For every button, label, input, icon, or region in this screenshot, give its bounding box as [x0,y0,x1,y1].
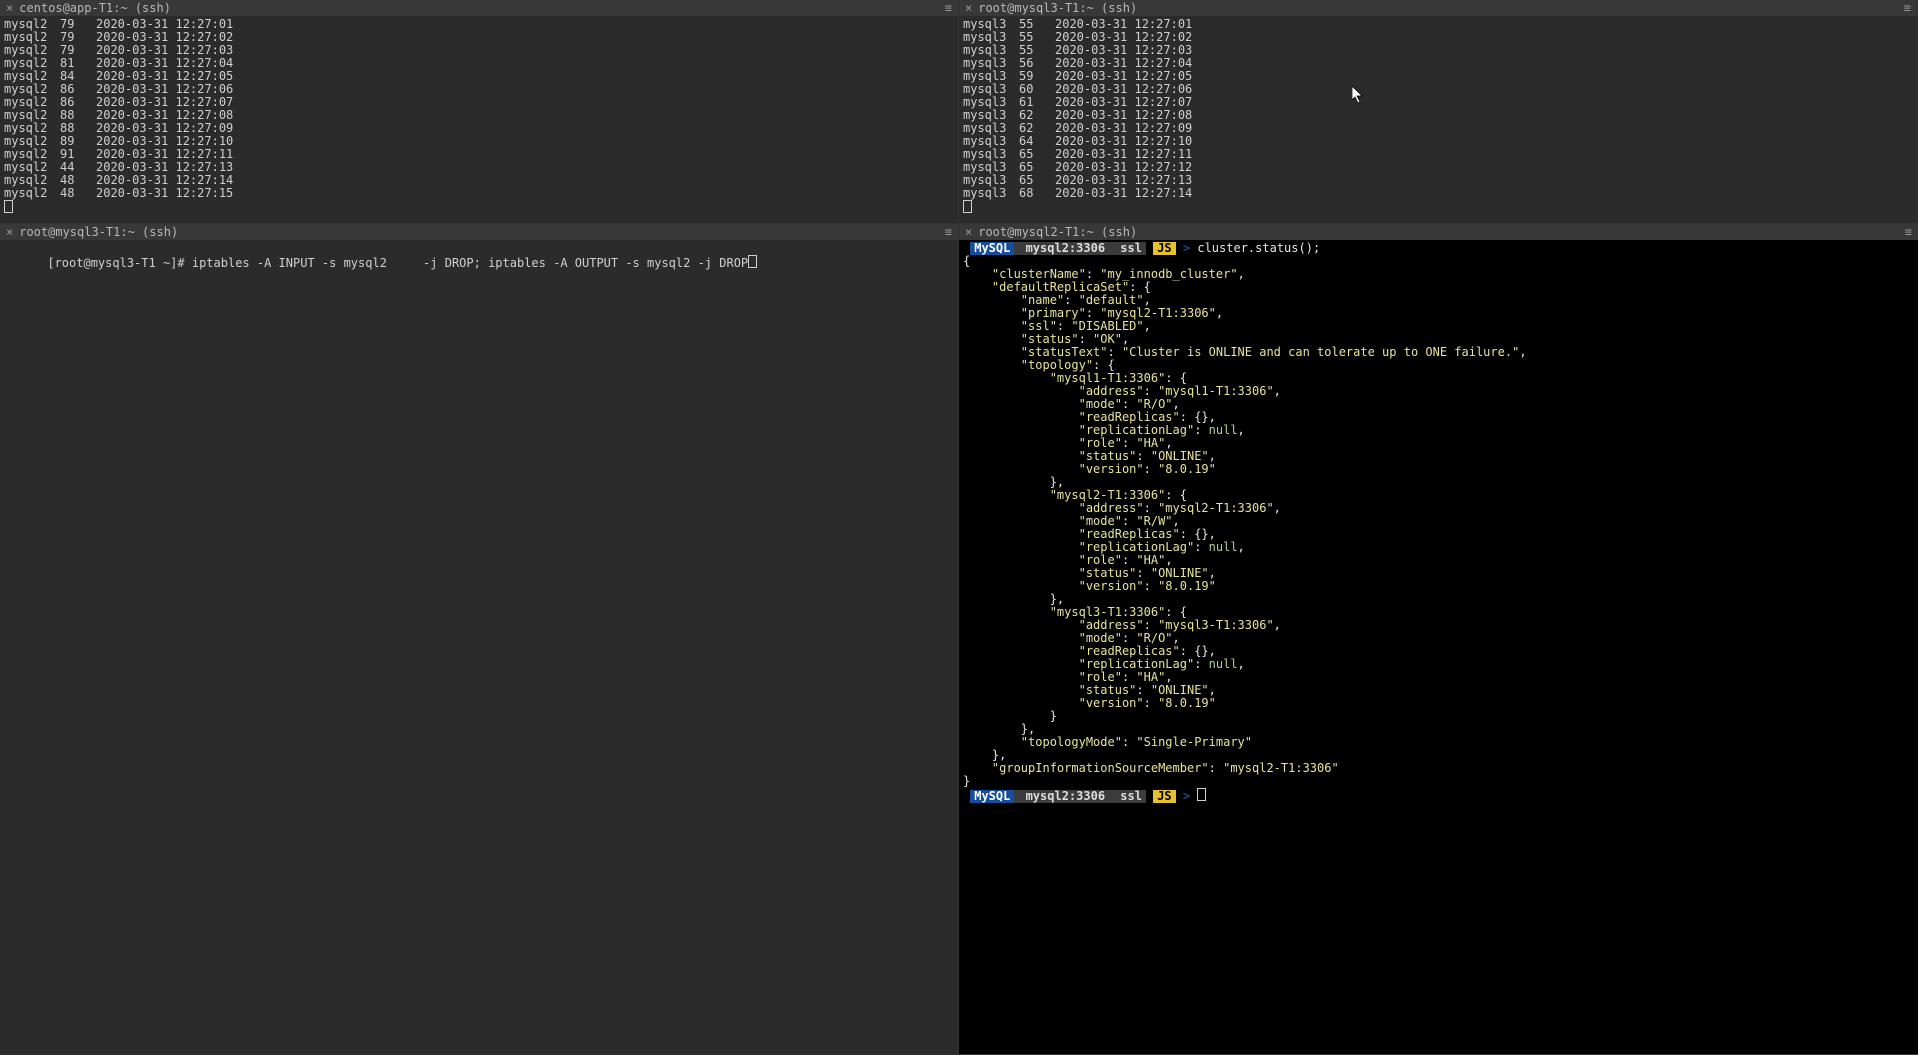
pane-bottom-left[interactable]: × root@mysql3-T1:~ (ssh) ≡ [root@mysql3-… [0,224,959,1055]
shell-prompt: [root@mysql3-T1 ~]# [47,256,192,270]
tabbar-bottom-left: × root@mysql3-T1:~ (ssh) ≡ [0,224,958,240]
cursor-icon [1197,788,1206,801]
prompt-arrow-icon: > [1183,241,1190,255]
terminal-bottom-right[interactable]: MySQL mysql2:3306 ssl JS > cluster.statu… [959,240,1918,1054]
tmux-screen: × centos@app-T1:~ (ssh) ≡ mysql2792020-0… [0,0,1918,1055]
cursor-icon [963,200,972,213]
terminal-bottom-left[interactable]: [root@mysql3-T1 ~]# iptables -A INPUT -s… [0,240,958,1054]
mysql-badge: MySQL [970,242,1014,255]
menu-icon[interactable]: ≡ [945,1,952,15]
tab-title[interactable]: root@mysql3-T1:~ (ssh) [978,1,1137,15]
close-icon[interactable]: × [0,225,19,239]
pane-bottom-right[interactable]: × root@mysql2-T1:~ (ssh) ≡ MySQL mysql2:… [959,224,1918,1055]
json-output: { "clusterName": "my_innodb_cluster", "d… [963,254,1534,788]
shell-command: cluster.status(); [1197,241,1320,255]
js-badge: JS [1153,242,1175,255]
mouse-pointer-icon [1352,86,1366,106]
tabbar-bottom-right: × root@mysql2-T1:~ (ssh) ≡ [959,224,1918,240]
prompt-arrow-icon: > [1183,789,1190,803]
close-icon[interactable]: × [959,1,978,15]
tab-title[interactable]: root@mysql2-T1:~ (ssh) [978,225,1137,239]
terminal-top-left[interactable]: mysql2792020-03-31 12:27:01mysql2792020-… [0,16,958,223]
log-row: mysql2482020-03-31 12:27:15 [4,187,954,200]
close-icon[interactable]: × [0,1,19,15]
tabbar-top-right: × root@mysql3-T1:~ (ssh) ≡ [959,0,1917,16]
ssl-badge: ssl [1116,242,1146,255]
connection-badge: mysql2:3306 [1014,790,1116,803]
terminal-top-right[interactable]: mysql3552020-03-31 12:27:01mysql3552020-… [959,16,1917,223]
menu-icon[interactable]: ≡ [945,225,952,239]
mysql-badge: MySQL [970,790,1014,803]
cursor-icon [748,255,757,268]
tabbar-top-left: × centos@app-T1:~ (ssh) ≡ [0,0,958,16]
menu-icon[interactable]: ≡ [1904,1,1911,15]
log-row: mysql3682020-03-31 12:27:14 [963,187,1913,200]
menu-icon[interactable]: ≡ [1905,225,1912,239]
cursor-icon [4,200,13,213]
tab-title[interactable]: centos@app-T1:~ (ssh) [19,1,171,15]
tab-title[interactable]: root@mysql3-T1:~ (ssh) [19,225,178,239]
pane-top-left[interactable]: × centos@app-T1:~ (ssh) ≡ mysql2792020-0… [0,0,959,224]
ssl-badge: ssl [1116,790,1146,803]
shell-command: iptables -A INPUT -s mysql2 -j DROP; ipt… [192,256,748,270]
js-badge: JS [1153,790,1175,803]
close-icon[interactable]: × [959,225,978,239]
connection-badge: mysql2:3306 [1014,242,1116,255]
pane-top-right[interactable]: × root@mysql3-T1:~ (ssh) ≡ mysql3552020-… [959,0,1918,224]
